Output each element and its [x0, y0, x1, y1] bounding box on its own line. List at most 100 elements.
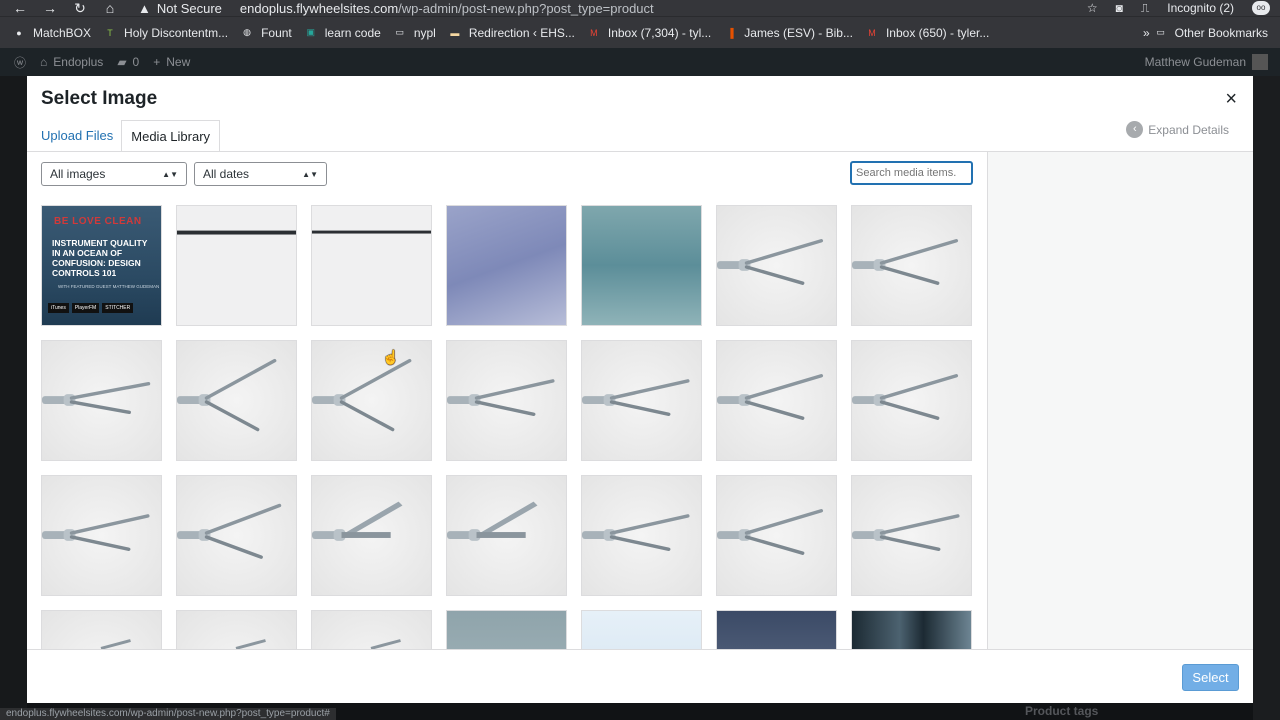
- search-input[interactable]: [850, 161, 973, 185]
- chevron-left-icon: ‹: [1126, 121, 1144, 138]
- expand-details-button[interactable]: ‹ Expand Details: [1126, 121, 1229, 138]
- user-name: Matthew Gudeman: [1144, 55, 1246, 69]
- bookmark-item[interactable]: M Inbox (650) - tyler...: [865, 26, 989, 40]
- new-label: New: [166, 55, 191, 69]
- select-arrows-icon: ▲▼: [302, 169, 318, 179]
- security-indicator[interactable]: ▲ Not Secure: [138, 1, 222, 16]
- media-item[interactable]: [311, 610, 432, 649]
- select-image-modal: Select Image × Upload Files Media Librar…: [27, 76, 1253, 703]
- bookmark-item[interactable]: ◍ Fount: [240, 26, 292, 40]
- bookmark-item[interactable]: ● MatchBOX: [12, 26, 91, 40]
- instrument-thumbnail: [370, 639, 401, 649]
- media-item[interactable]: [446, 610, 567, 649]
- media-item[interactable]: [851, 340, 972, 461]
- instrument-thumbnail: [42, 514, 150, 551]
- media-tabs: Upload Files Media Library: [41, 120, 228, 152]
- wp-admin-bar: ⓦ ⌂ Endoplus ▰ 0 + New Matthew Gudeman: [0, 48, 1280, 76]
- wordpress-logo-icon[interactable]: ⓦ: [14, 54, 26, 71]
- media-toolbar: Select: [27, 649, 1253, 703]
- media-item[interactable]: [716, 475, 837, 596]
- filter-type-select[interactable]: All images ▲▼: [41, 162, 187, 186]
- redirection-icon: ▬: [450, 27, 460, 38]
- user-menu[interactable]: Matthew Gudeman: [1145, 54, 1268, 70]
- bookmark-label: Inbox (650) - tyler...: [885, 25, 990, 40]
- home-icon[interactable]: ⌂: [102, 0, 118, 17]
- media-item[interactable]: [581, 475, 702, 596]
- photo-thumbnail: [852, 611, 971, 649]
- instrument-thumbnail: [717, 238, 824, 285]
- bookmark-item[interactable]: ▣ learn code: [304, 26, 381, 40]
- reload-icon[interactable]: ↻: [72, 0, 88, 17]
- bookmark-item[interactable]: ▬ Redirection ‹ EHS...: [448, 26, 575, 40]
- star-icon[interactable]: ☆: [1087, 1, 1098, 15]
- media-item[interactable]: [311, 205, 432, 326]
- forward-icon[interactable]: →: [42, 0, 58, 17]
- media-item[interactable]: [851, 205, 972, 326]
- address-bar[interactable]: endoplus.flywheelsites.com/wp-admin/post…: [240, 1, 654, 16]
- bookmark-item[interactable]: ▐ James (ESV) - Bib...: [723, 26, 853, 40]
- media-item[interactable]: [446, 205, 567, 326]
- instrument-thumbnail: [447, 379, 555, 416]
- media-item[interactable]: [716, 340, 837, 461]
- filter-date-select[interactable]: All dates ▲▼: [194, 162, 327, 186]
- bookmark-label: Holy Discontentm...: [124, 25, 229, 40]
- media-item[interactable]: [716, 205, 837, 326]
- back-icon[interactable]: ←: [12, 0, 28, 17]
- photo-thumbnail: [582, 611, 701, 649]
- new-content-link[interactable]: + New: [153, 55, 190, 69]
- media-item[interactable]: [41, 340, 162, 461]
- media-item[interactable]: [446, 340, 567, 461]
- bookmark-item[interactable]: T Holy Discontentm...: [103, 26, 228, 40]
- attachment-details-sidebar: [987, 152, 1253, 649]
- podcast-headline: Instrument Quality in an Ocean of Confus…: [52, 238, 148, 278]
- instrument-thumbnail: [100, 639, 131, 649]
- media-item[interactable]: [716, 610, 837, 649]
- camera-icon[interactable]: ◙: [1116, 1, 1123, 15]
- media-item[interactable]: [176, 610, 297, 649]
- bookmark-item[interactable]: ▭ nypl: [393, 26, 436, 40]
- incognito-label[interactable]: Incognito (2): [1167, 1, 1234, 15]
- instrument-thumbnail: [177, 503, 282, 559]
- media-item[interactable]: [41, 610, 162, 649]
- select-button[interactable]: Select: [1182, 664, 1239, 691]
- media-item[interactable]: [176, 340, 297, 461]
- media-item[interactable]: BE LOVE CLEAN Instrument Quality in an Oc…: [41, 205, 162, 326]
- site-name-link[interactable]: ⌂ Endoplus: [40, 55, 103, 69]
- instrument-thumbnail: [852, 514, 960, 551]
- podcast-thumbnail: BE LOVE CLEAN Instrument Quality in an Oc…: [42, 206, 161, 325]
- tab-media-library[interactable]: Media Library: [121, 120, 221, 152]
- media-item[interactable]: [851, 475, 972, 596]
- bookmark-label: MatchBOX: [33, 25, 92, 40]
- comments-link[interactable]: ▰ 0: [117, 55, 139, 69]
- media-item[interactable]: [41, 475, 162, 596]
- media-item[interactable]: [176, 205, 297, 326]
- comment-icon: ▰: [117, 55, 127, 69]
- site-name: Endoplus: [53, 55, 104, 69]
- url-path: /wp-admin/post-new.php?post_type=product: [398, 0, 654, 16]
- instrument-thumbnail: [235, 639, 266, 649]
- browser-actions: ☆ ◙ ⎍ Incognito (2) oo: [1087, 0, 1270, 16]
- tgc-icon: T: [107, 27, 113, 38]
- instrument-thumbnail: [177, 358, 277, 432]
- avatar: [1252, 54, 1268, 70]
- incognito-icon[interactable]: oo: [1252, 1, 1270, 15]
- bible-icon: ▐: [727, 27, 734, 38]
- matchbox-icon: ●: [16, 27, 22, 38]
- other-bookmarks-folder[interactable]: ▭ Other Bookmarks: [1154, 26, 1268, 40]
- cast-icon[interactable]: ⎍: [1141, 1, 1149, 16]
- instrument-thumbnail: [312, 358, 412, 432]
- media-item[interactable]: [581, 205, 702, 326]
- media-item[interactable]: [446, 475, 567, 596]
- tab-upload-files[interactable]: Upload Files: [41, 120, 113, 152]
- close-icon[interactable]: ×: [1225, 88, 1237, 111]
- media-item[interactable]: [311, 340, 432, 461]
- media-item[interactable]: [176, 475, 297, 596]
- bookmark-label: James (ESV) - Bib...: [744, 25, 853, 40]
- media-item[interactable]: [851, 610, 972, 649]
- media-item[interactable]: [581, 340, 702, 461]
- bookmark-item[interactable]: M Inbox (7,304) - tyl...: [587, 26, 711, 40]
- media-item[interactable]: [581, 610, 702, 649]
- bookmarks-overflow-icon[interactable]: »: [1143, 26, 1150, 40]
- modal-title: Select Image: [41, 88, 158, 109]
- media-item[interactable]: [311, 475, 432, 596]
